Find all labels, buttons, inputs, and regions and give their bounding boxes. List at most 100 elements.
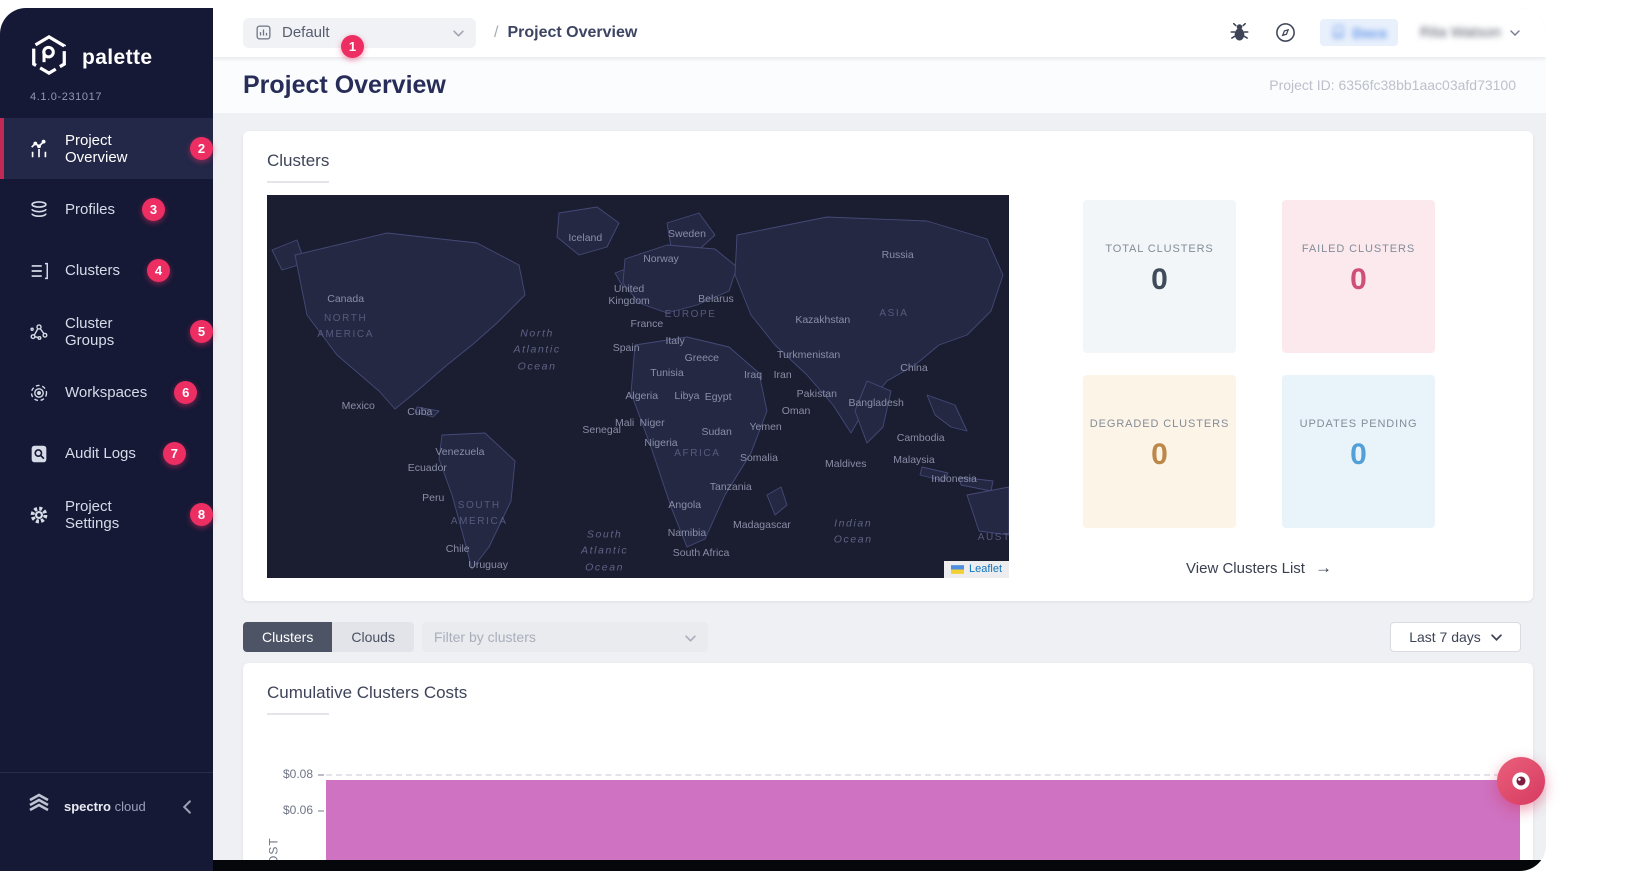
sidebar-item-label: Audit Logs bbox=[65, 445, 136, 462]
costs-card: Cumulative Clusters Costs $0.08 $0.06 CO… bbox=[243, 663, 1533, 871]
orbit-icon bbox=[30, 384, 48, 401]
sidebar-item-label: Project Settings bbox=[65, 497, 120, 532]
view-clusters-list-label: View Clusters List bbox=[1186, 559, 1305, 577]
overview-chart-icon bbox=[31, 139, 47, 157]
cluster-stats-grid: TOTAL CLUSTERS 0 FAILED CLUSTERS 0 DEGRA… bbox=[1083, 200, 1435, 528]
sidebar-item-workspaces[interactable]: Workspaces 6 bbox=[0, 362, 213, 423]
docs-label: Docs bbox=[1352, 24, 1387, 41]
breadcrumb-current[interactable]: Project Overview bbox=[507, 24, 637, 42]
sidebar-item-label: Cluster Groups bbox=[65, 314, 115, 349]
stat-updates-pending: UPDATES PENDING 0 bbox=[1282, 375, 1435, 528]
sidebar-item-project-settings[interactable]: Project Settings 8 bbox=[0, 484, 213, 545]
compass-help-icon[interactable] bbox=[1274, 21, 1298, 45]
view-clusters-list-link[interactable]: View Clusters List → bbox=[1186, 558, 1332, 578]
sidebar-item-label: Clusters bbox=[65, 262, 121, 279]
filter-bar: Clusters Clouds Filter by clusters Last … bbox=[243, 622, 1521, 652]
date-range-select[interactable]: Last 7 days bbox=[1390, 622, 1521, 652]
annotation-badge-3: 3 bbox=[142, 198, 166, 221]
breadcrumb: / Project Overview bbox=[494, 24, 637, 42]
bug-report-icon[interactable] bbox=[1228, 21, 1252, 45]
title-underline bbox=[267, 713, 329, 715]
tab-clouds[interactable]: Clouds bbox=[332, 622, 414, 652]
spectro-cloud-logo-icon bbox=[24, 789, 54, 824]
main-area: Default 1 / Project Overview Docs Rita W… bbox=[213, 8, 1546, 871]
arrow-right-icon: → bbox=[1314, 558, 1332, 577]
title-underline bbox=[267, 181, 329, 183]
sidebar-collapse-chevron-icon[interactable] bbox=[182, 799, 191, 814]
y-tickmark bbox=[318, 774, 324, 776]
annotation-badge-5: 5 bbox=[190, 320, 213, 343]
mini-chart-icon bbox=[256, 25, 271, 40]
annotation-badge-1: 1 bbox=[341, 34, 364, 58]
doc-search-icon bbox=[31, 445, 47, 462]
gear-icon bbox=[30, 506, 48, 523]
page-title-row: Project Overview Project ID: 6356fc38bb1… bbox=[213, 57, 1546, 113]
app-window: palette 4.1.0-231017 Project Overview 2 … bbox=[0, 0, 1638, 871]
clusters-card: Clusters Leaflet Iceland Sweden Norway R… bbox=[243, 131, 1533, 601]
stat-value: 0 bbox=[1151, 437, 1168, 471]
tab-clusters[interactable]: Clusters bbox=[243, 622, 333, 652]
stat-degraded-clusters: DEGRADED CLUSTERS 0 bbox=[1083, 375, 1236, 528]
top-header: Default 1 / Project Overview Docs Rita W… bbox=[213, 8, 1546, 58]
stat-value: 0 bbox=[1350, 262, 1367, 296]
brand-block: palette 4.1.0-231017 bbox=[0, 8, 213, 103]
network-icon bbox=[30, 323, 48, 340]
sidebar-item-clusters[interactable]: Clusters 4 bbox=[0, 240, 213, 301]
palette-logo-icon bbox=[28, 34, 70, 81]
sidebar-item-label: Profiles bbox=[65, 201, 116, 218]
y-tick-0.06: $0.06 bbox=[282, 803, 313, 817]
leaflet-attribution[interactable]: Leaflet bbox=[943, 561, 1009, 578]
costs-card-title: Cumulative Clusters Costs bbox=[267, 683, 468, 702]
user-menu[interactable]: Rita Watson bbox=[1420, 24, 1520, 41]
sidebar-item-audit-logs[interactable]: Audit Logs 7 bbox=[0, 423, 213, 484]
spectro-cloud-wordmark: spectro cloud bbox=[64, 799, 146, 814]
date-range-value: Last 7 days bbox=[1409, 629, 1481, 645]
leaflet-label: Leaflet bbox=[968, 563, 1002, 575]
annotation-badge-2: 2 bbox=[190, 137, 213, 160]
stat-label: FAILED CLUSTERS bbox=[1301, 242, 1416, 255]
filter-by-clusters-select[interactable]: Filter by clusters bbox=[421, 622, 708, 652]
world-map[interactable]: Leaflet Iceland Sweden Norway Russia Canada U… bbox=[267, 195, 1009, 578]
support-fab-button[interactable] bbox=[1497, 757, 1545, 805]
chevron-down-icon bbox=[453, 24, 464, 42]
stat-failed-clusters: FAILED CLUSTERS 0 bbox=[1282, 200, 1435, 353]
project-selector-value: Default bbox=[282, 24, 330, 41]
user-name: Rita Watson bbox=[1419, 24, 1501, 41]
continent-shapes bbox=[271, 206, 1009, 570]
cumulative-cost-band bbox=[326, 780, 1520, 871]
filter-placeholder: Filter by clusters bbox=[433, 629, 536, 645]
gridline-dashed bbox=[326, 774, 1520, 776]
y-tickmark bbox=[318, 810, 324, 812]
support-icon bbox=[1512, 772, 1530, 790]
annotation-badge-4: 4 bbox=[147, 259, 171, 282]
stat-label: UPDATES PENDING bbox=[1299, 417, 1418, 430]
annotation-badge-8: 8 bbox=[190, 503, 213, 526]
annotation-badge-7: 7 bbox=[162, 442, 186, 465]
breadcrumb-separator: / bbox=[494, 23, 499, 41]
sidebar-item-profiles[interactable]: Profiles 3 bbox=[0, 179, 213, 240]
page-title: Project Overview bbox=[243, 70, 446, 99]
app-version: 4.1.0-231017 bbox=[30, 91, 103, 103]
project-id: Project ID: 6356fc38bb1aac03afd73100 bbox=[1269, 77, 1516, 93]
stat-label: TOTAL CLUSTERS bbox=[1105, 242, 1214, 255]
stat-total-clusters: TOTAL CLUSTERS 0 bbox=[1083, 200, 1236, 353]
stat-value: 0 bbox=[1350, 437, 1367, 471]
annotation-badge-6: 6 bbox=[174, 381, 198, 404]
sidebar: palette 4.1.0-231017 Project Overview 2 … bbox=[0, 8, 213, 871]
sidebar-item-label: Workspaces bbox=[65, 384, 148, 401]
stat-value: 0 bbox=[1151, 262, 1168, 296]
sidebar-footer: spectro cloud bbox=[0, 772, 213, 824]
app-name: palette bbox=[82, 45, 153, 69]
sidebar-item-project-overview[interactable]: Project Overview 2 bbox=[0, 118, 213, 179]
layers-icon bbox=[31, 200, 47, 217]
chevron-down-icon bbox=[1491, 633, 1502, 641]
clusters-card-title: Clusters bbox=[267, 151, 330, 170]
chevron-down-icon bbox=[1510, 29, 1520, 36]
sidebar-nav: Project Overview 2 Profiles 3 Clusters 4 bbox=[0, 118, 213, 545]
project-selector[interactable]: Default 1 bbox=[243, 17, 476, 58]
server-list-icon bbox=[31, 262, 48, 279]
book-icon bbox=[1333, 25, 1344, 39]
sidebar-item-cluster-groups[interactable]: Cluster Groups 5 bbox=[0, 301, 213, 362]
docs-button[interactable]: Docs bbox=[1319, 19, 1398, 46]
chevron-down-icon bbox=[685, 629, 696, 645]
